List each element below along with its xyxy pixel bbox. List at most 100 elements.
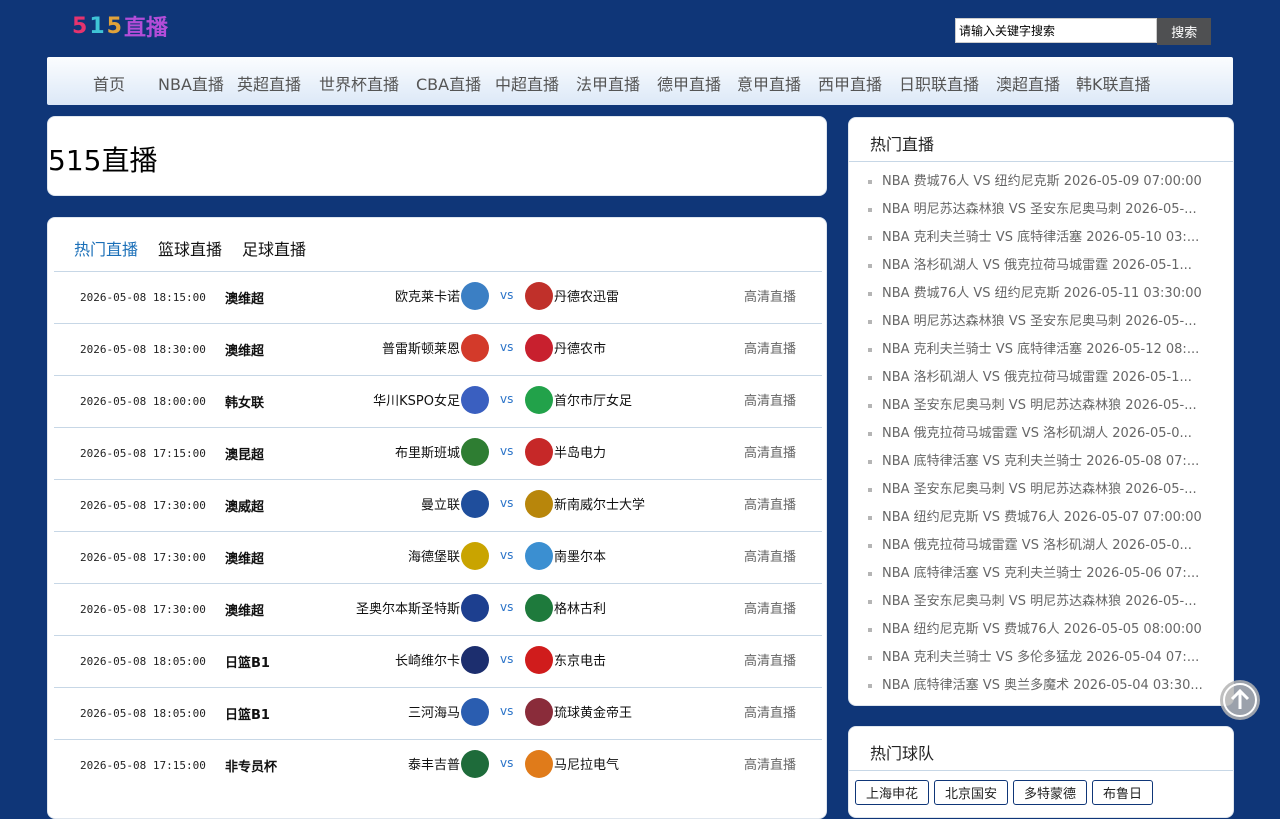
nav-cba[interactable]: CBA直播 <box>416 71 481 95</box>
home-team[interactable]: 三河海马 <box>408 702 460 721</box>
hot-live-item[interactable]: NBA 明尼苏达森林狼 VS 圣安东尼奥马刺 2026-05-... <box>868 199 1208 227</box>
away-team[interactable]: 丹德农迅雷 <box>554 286 619 305</box>
away-team[interactable]: 丹德农市 <box>554 338 606 357</box>
hot-live-item[interactable]: NBA 费城76人 VS 纽约尼克斯 2026-05-09 07:00:00 <box>868 171 1208 199</box>
match-time: 2026-05-08 17:30:00 <box>80 603 206 616</box>
watch-link[interactable]: 高清直播 <box>744 598 796 617</box>
arrow-up-icon <box>1223 683 1257 717</box>
home-team[interactable]: 普雷斯顿莱恩 <box>382 338 460 357</box>
away-team[interactable]: 马尼拉电气 <box>554 754 619 773</box>
match-league[interactable]: 澳昆超 <box>225 444 264 463</box>
team-tag[interactable]: 北京国安 <box>934 780 1009 805</box>
hot-live-item[interactable]: NBA 底特律活塞 VS 克利夫兰骑士 2026-05-08 07:... <box>868 451 1208 479</box>
away-team[interactable]: 琉球黄金帝王 <box>554 702 632 721</box>
match-row[interactable]: 2026-05-08 18:30:00 澳维超 普雷斯顿莱恩 vs 丹德农市 高清直播 <box>54 323 822 375</box>
away-team[interactable]: 半岛电力 <box>554 442 606 461</box>
away-team[interactable]: 南墨尔本 <box>554 546 606 565</box>
match-league[interactable]: 日篮B1 <box>225 652 270 671</box>
hot-live-item[interactable]: NBA 费城76人 VS 纽约尼克斯 2026-05-11 03:30:00 <box>868 283 1208 311</box>
nav-premier-league[interactable]: 英超直播 <box>237 71 301 95</box>
match-league[interactable]: 非专员杯 <box>225 756 277 775</box>
tab-basketball[interactable]: 篮球直播 <box>158 236 222 260</box>
match-league[interactable]: 澳维超 <box>225 288 264 307</box>
match-row[interactable]: 2026-05-08 18:15:00 澳维超 欧克莱卡诺 vs 丹德农迅雷 高清直播 <box>54 271 822 323</box>
nav-bundesliga[interactable]: 德甲直播 <box>657 71 721 95</box>
away-team[interactable]: 格林古利 <box>554 598 606 617</box>
match-row[interactable]: 2026-05-08 17:15:00 澳昆超 布里斯班城 vs 半岛电力 高清直播 <box>54 427 822 479</box>
watch-link[interactable]: 高清直播 <box>744 702 796 721</box>
hot-live-item[interactable]: NBA 圣安东尼奥马刺 VS 明尼苏达森林狼 2026-05-... <box>868 591 1208 619</box>
watch-link[interactable]: 高清直播 <box>744 754 796 773</box>
nav-k-league[interactable]: 韩K联直播 <box>1076 71 1151 95</box>
hot-live-item[interactable]: NBA 洛杉矶湖人 VS 俄克拉荷马城雷霆 2026-05-1... <box>868 255 1208 283</box>
nav-serie-a[interactable]: 意甲直播 <box>737 71 801 95</box>
match-league[interactable]: 日篮B1 <box>225 704 270 723</box>
hot-live-item[interactable]: NBA 圣安东尼奥马刺 VS 明尼苏达森林狼 2026-05-... <box>868 479 1208 507</box>
away-team[interactable]: 首尔市厅女足 <box>554 390 632 409</box>
match-row[interactable]: 2026-05-08 17:30:00 澳维超 圣奥尔本斯圣特斯 vs 格林古利 高清直播 <box>54 583 822 635</box>
home-team-logo-icon <box>461 438 489 466</box>
tab-hot[interactable]: 热门直播 <box>74 236 138 260</box>
home-team[interactable]: 圣奥尔本斯圣特斯 <box>356 598 460 617</box>
team-tag[interactable]: 上海申花 <box>855 780 930 805</box>
home-team[interactable]: 布里斯班城 <box>395 442 460 461</box>
nav-nba[interactable]: NBA直播 <box>158 71 224 95</box>
nav-home[interactable]: 首页 <box>93 71 125 95</box>
site-logo[interactable]: 5 1 5 直播 <box>72 12 168 42</box>
watch-link[interactable]: 高清直播 <box>744 390 796 409</box>
home-team[interactable]: 长崎维尔卡 <box>395 650 460 669</box>
match-league[interactable]: 澳维超 <box>225 548 264 567</box>
hot-live-item[interactable]: NBA 俄克拉荷马城雷霆 VS 洛杉矶湖人 2026-05-0... <box>868 535 1208 563</box>
home-team-logo-icon <box>461 386 489 414</box>
nav-la-liga[interactable]: 西甲直播 <box>818 71 882 95</box>
hot-live-item[interactable]: NBA 明尼苏达森林狼 VS 圣安东尼奥马刺 2026-05-... <box>868 311 1208 339</box>
nav-world-cup[interactable]: 世界杯直播 <box>319 71 399 95</box>
hot-live-item[interactable]: NBA 底特律活塞 VS 奥兰多魔术 2026-05-04 03:30... <box>868 675 1208 703</box>
watch-link[interactable]: 高清直播 <box>744 338 796 357</box>
away-team[interactable]: 东京电击 <box>554 650 606 669</box>
hot-live-item[interactable]: NBA 纽约尼克斯 VS 费城76人 2026-05-05 08:00:00 <box>868 619 1208 647</box>
watch-link[interactable]: 高清直播 <box>744 494 796 513</box>
home-team[interactable]: 海德堡联 <box>408 546 460 565</box>
hot-live-item[interactable]: NBA 克利夫兰骑士 VS 底特律活塞 2026-05-10 03:... <box>868 227 1208 255</box>
nav-j-league[interactable]: 日职联直播 <box>899 71 979 95</box>
watch-link[interactable]: 高清直播 <box>744 546 796 565</box>
home-team-logo-icon <box>461 750 489 778</box>
nav-a-league[interactable]: 澳超直播 <box>996 71 1060 95</box>
search-button[interactable]: 搜索 <box>1157 18 1211 45</box>
team-tag[interactable]: 多特蒙德 <box>1013 780 1088 805</box>
search-input[interactable] <box>955 18 1158 43</box>
hot-live-item[interactable]: NBA 底特律活塞 VS 克利夫兰骑士 2026-05-06 07:... <box>868 563 1208 591</box>
match-row[interactable]: 2026-05-08 17:30:00 澳威超 曼立联 vs 新南威尔士大学 高清直播 <box>54 479 822 531</box>
match-league[interactable]: 澳维超 <box>225 340 264 359</box>
home-team[interactable]: 欧克莱卡诺 <box>395 286 460 305</box>
match-row[interactable]: 2026-05-08 18:00:00 韩女联 华川KSPO女足 vs 首尔市厅女足 高清… <box>54 375 822 427</box>
home-team[interactable]: 泰丰吉普 <box>408 754 460 773</box>
nav-csl[interactable]: 中超直播 <box>495 71 559 95</box>
watch-link[interactable]: 高清直播 <box>744 650 796 669</box>
back-to-top-button[interactable] <box>1220 680 1260 720</box>
watch-link[interactable]: 高清直播 <box>744 286 796 305</box>
match-league[interactable]: 澳威超 <box>225 496 264 515</box>
match-row[interactable]: 2026-05-08 17:15:00 非专员杯 泰丰吉普 vs 马尼拉电气 高清直播 <box>54 739 822 791</box>
match-league[interactable]: 澳维超 <box>225 600 264 619</box>
hot-live-item[interactable]: NBA 洛杉矶湖人 VS 俄克拉荷马城雷霆 2026-05-1... <box>868 367 1208 395</box>
home-team[interactable]: 曼立联 <box>421 494 460 513</box>
tab-football[interactable]: 足球直播 <box>242 236 306 260</box>
hot-live-item[interactable]: NBA 纽约尼克斯 VS 费城76人 2026-05-07 07:00:00 <box>868 507 1208 535</box>
away-team[interactable]: 新南威尔士大学 <box>554 494 645 513</box>
away-team-logo-icon <box>525 542 553 570</box>
hot-live-item[interactable]: NBA 俄克拉荷马城雷霆 VS 洛杉矶湖人 2026-05-0... <box>868 423 1208 451</box>
hot-live-item[interactable]: NBA 克利夫兰骑士 VS 多伦多猛龙 2026-05-04 07:... <box>868 647 1208 675</box>
match-league[interactable]: 韩女联 <box>225 392 264 411</box>
match-row[interactable]: 2026-05-08 18:05:00 日篮B1 三河海马 vs 琉球黄金帝王 高清直播 <box>54 687 822 739</box>
match-row[interactable]: 2026-05-08 18:05:00 日篮B1 长崎维尔卡 vs 东京电击 高清直播 <box>54 635 822 687</box>
hot-live-item[interactable]: NBA 圣安东尼奥马刺 VS 明尼苏达森林狼 2026-05-... <box>868 395 1208 423</box>
watch-link[interactable]: 高清直播 <box>744 442 796 461</box>
match-row[interactable]: 2026-05-08 17:30:00 澳维超 海德堡联 vs 南墨尔本 高清直播 <box>54 531 822 583</box>
home-team[interactable]: 华川KSPO女足 <box>373 390 460 409</box>
hot-live-item[interactable]: NBA 克利夫兰骑士 VS 底特律活塞 2026-05-12 08:... <box>868 339 1208 367</box>
nav-ligue1[interactable]: 法甲直播 <box>576 71 640 95</box>
team-tag[interactable]: 布鲁日 <box>1092 780 1154 805</box>
vs-label: vs <box>500 652 514 666</box>
